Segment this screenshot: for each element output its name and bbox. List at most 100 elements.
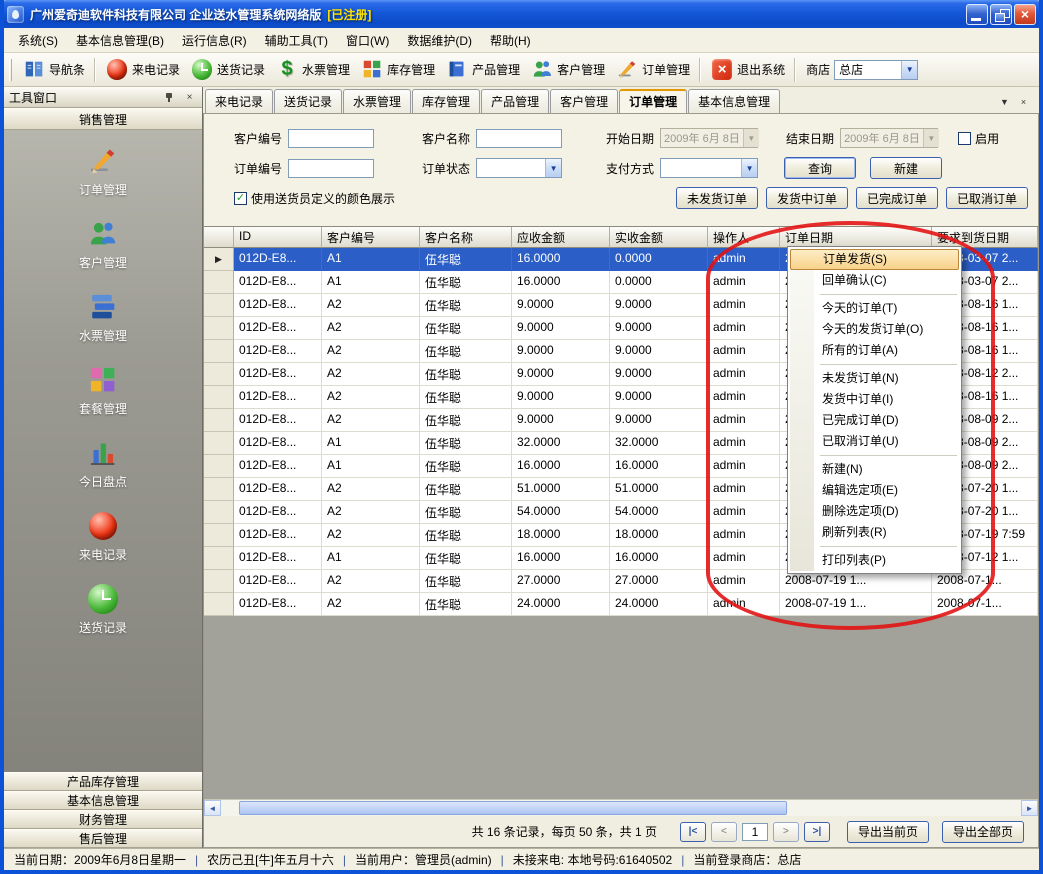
cell-customer-name: 伍华聪 xyxy=(420,317,512,340)
table-row[interactable]: ▶ 012D-E8... A2 伍华聪 24.0000 24.0000 admi… xyxy=(204,593,1038,616)
context-menu-item-shipping[interactable]: 发货中订单(I) xyxy=(790,389,959,410)
sidebar-group-basic-info[interactable]: 基本信息管理 xyxy=(4,791,202,810)
sidebar-group-finance[interactable]: 财务管理 xyxy=(4,810,202,829)
prev-page-button[interactable]: < xyxy=(711,822,737,842)
pin-button[interactable] xyxy=(162,90,177,105)
sidebar-item-daily-inventory[interactable]: 今日盘点 xyxy=(79,436,127,490)
column-header-id[interactable]: ID xyxy=(234,227,322,248)
column-header-receivable[interactable]: 应收金额 xyxy=(512,227,610,248)
context-menu-item-today-orders[interactable]: 今天的订单(T) xyxy=(790,298,959,319)
tab[interactable]: 客户管理 xyxy=(550,89,618,113)
tab[interactable]: 来电记录 xyxy=(205,89,273,113)
tab[interactable]: 基本信息管理 xyxy=(688,89,780,113)
tab[interactable]: 产品管理 xyxy=(481,89,549,113)
export-all-pages-button[interactable]: 导出全部页 xyxy=(942,821,1024,843)
sidebar-item-call-record[interactable]: 来电记录 xyxy=(79,509,127,563)
not-shipped-orders-button[interactable]: 未发货订单 xyxy=(676,187,758,209)
toolbar-button-delivery-record[interactable]: 送货记录 xyxy=(185,56,270,84)
sidebar-item-delivery-record[interactable]: 送货记录 xyxy=(79,582,127,636)
toolbar-button-navigator[interactable]: 导航条 xyxy=(17,56,90,84)
restore-button[interactable] xyxy=(990,4,1012,25)
context-menu-item-cancelled[interactable]: 已取消订单(U) xyxy=(790,431,959,452)
last-page-button[interactable]: >| xyxy=(804,822,830,842)
color-display-checkbox[interactable]: ✓ 使用送货员定义的颜色展示 xyxy=(234,190,395,207)
menu-item[interactable]: 基本信息管理(B) xyxy=(67,29,173,52)
sidebar-item-order-management[interactable]: 订单管理 xyxy=(79,144,127,198)
menu-item[interactable]: 帮助(H) xyxy=(481,29,540,52)
toolbar-separator xyxy=(699,58,701,82)
column-header-customer-no[interactable]: 客户编号 xyxy=(322,227,420,248)
menu-item[interactable]: 辅助工具(T) xyxy=(256,29,337,52)
context-menu-item-print-list[interactable]: 打印列表(P) xyxy=(790,550,959,571)
close-button[interactable]: × xyxy=(1014,4,1036,25)
sidebar-group-product-inventory[interactable]: 产品库存管理 xyxy=(4,772,202,791)
context-menu-item-today-shipped-orders[interactable]: 今天的发货订单(O) xyxy=(790,319,959,340)
scroll-right-button[interactable]: ► xyxy=(1021,800,1038,816)
menu-item[interactable]: 运行信息(R) xyxy=(173,29,256,52)
sidebar-item-water-ticket[interactable]: 水票管理 xyxy=(79,290,127,344)
column-header-required-date[interactable]: 要求到货日期 xyxy=(932,227,1038,248)
new-button[interactable]: 新建 xyxy=(870,157,942,179)
store-select[interactable]: 总店 ▼ xyxy=(834,60,918,80)
shipping-orders-button[interactable]: 发货中订单 xyxy=(766,187,848,209)
export-current-page-button[interactable]: 导出当前页 xyxy=(847,821,929,843)
scrollbar-track[interactable] xyxy=(221,800,1021,816)
completed-orders-button[interactable]: 已完成订单 xyxy=(856,187,938,209)
pay-method-select[interactable]: ▼ xyxy=(660,158,758,178)
scrollbar-thumb[interactable] xyxy=(239,801,787,815)
sidebar-close-button[interactable]: × xyxy=(182,90,197,105)
context-menu-item-edit-selected[interactable]: 编辑选定项(E) xyxy=(790,480,959,501)
context-menu-item-delete-selected[interactable]: 删除选定项(D) xyxy=(790,501,959,522)
toolbar-button-order[interactable]: 订单管理 xyxy=(610,56,695,84)
sidebar-item-package-management[interactable]: 套餐管理 xyxy=(79,363,127,417)
order-status-select[interactable]: ▼ xyxy=(476,158,562,178)
enable-date-checkbox[interactable]: 启用 xyxy=(958,130,999,147)
minimize-button[interactable] xyxy=(966,4,988,25)
context-menu-item-not-shipped[interactable]: 未发货订单(N) xyxy=(790,368,959,389)
tab[interactable]: 送货记录 xyxy=(274,89,342,113)
sidebar-item-customer-management[interactable]: 客户管理 xyxy=(79,217,127,271)
horizontal-scrollbar[interactable]: ◄ ► xyxy=(204,799,1038,816)
tab-list-dropdown-button[interactable]: ▼ xyxy=(997,94,1012,109)
menu-item[interactable]: 窗口(W) xyxy=(337,29,398,52)
column-header-customer-name[interactable]: 客户名称 xyxy=(420,227,512,248)
menu-item[interactable]: 系统(S) xyxy=(9,29,67,52)
customer-no-input[interactable] xyxy=(288,129,374,148)
chevron-down-icon: ▼ xyxy=(741,159,757,177)
toolbar-button-call-record[interactable]: 来电记录 xyxy=(100,56,185,84)
cell-customer-no: A2 xyxy=(322,501,420,524)
context-menu-item-ship-order[interactable]: 订单发货(S) xyxy=(790,249,959,270)
cancelled-orders-button[interactable]: 已取消订单 xyxy=(946,187,1028,209)
toolbar-button-inventory[interactable]: 库存管理 xyxy=(355,56,440,84)
column-header-order-date[interactable]: 订单日期 xyxy=(780,227,932,248)
delivery-clock-icon xyxy=(190,58,214,82)
context-menu-item-new[interactable]: 新建(N) xyxy=(790,459,959,480)
end-date-picker[interactable]: 2009年 6月 8日 ▼ xyxy=(840,128,938,148)
order-no-input[interactable] xyxy=(288,159,374,178)
toolbar-button-exit[interactable]: × 退出系统 xyxy=(705,56,790,84)
column-header-received[interactable]: 实收金额 xyxy=(610,227,708,248)
toolbar-button-product[interactable]: 产品管理 xyxy=(440,56,525,84)
selector-column-header xyxy=(204,227,234,248)
context-menu-item-completed[interactable]: 已完成订单(D) xyxy=(790,410,959,431)
query-button[interactable]: 查询 xyxy=(784,157,856,179)
context-menu-item-refresh-list[interactable]: 刷新列表(R) xyxy=(790,522,959,543)
tab-close-button[interactable]: × xyxy=(1016,94,1031,109)
customer-name-input[interactable] xyxy=(476,129,562,148)
tab[interactable]: 库存管理 xyxy=(412,89,480,113)
sidebar-group-after-sale[interactable]: 售后管理 xyxy=(4,829,202,848)
sidebar-group-sales[interactable]: 销售管理 xyxy=(4,108,202,130)
context-menu-item-confirm-receipt[interactable]: 回单确认(C) xyxy=(790,270,959,291)
first-page-button[interactable]: |< xyxy=(680,822,706,842)
context-menu-item-all-orders[interactable]: 所有的订单(A) xyxy=(790,340,959,361)
scroll-left-button[interactable]: ◄ xyxy=(204,800,221,816)
menu-item[interactable]: 数据维护(D) xyxy=(398,29,481,52)
toolbar-button-customer[interactable]: 客户管理 xyxy=(525,56,610,84)
tab[interactable]: 水票管理 xyxy=(343,89,411,113)
next-page-button[interactable]: > xyxy=(773,822,799,842)
start-date-picker[interactable]: 2009年 6月 8日 ▼ xyxy=(660,128,758,148)
toolbar-button-water-ticket[interactable]: $ 水票管理 xyxy=(270,56,355,84)
tab[interactable]: 订单管理 xyxy=(619,89,687,113)
column-header-operator[interactable]: 操作人 xyxy=(708,227,780,248)
page-number-input[interactable]: 1 xyxy=(742,823,768,841)
